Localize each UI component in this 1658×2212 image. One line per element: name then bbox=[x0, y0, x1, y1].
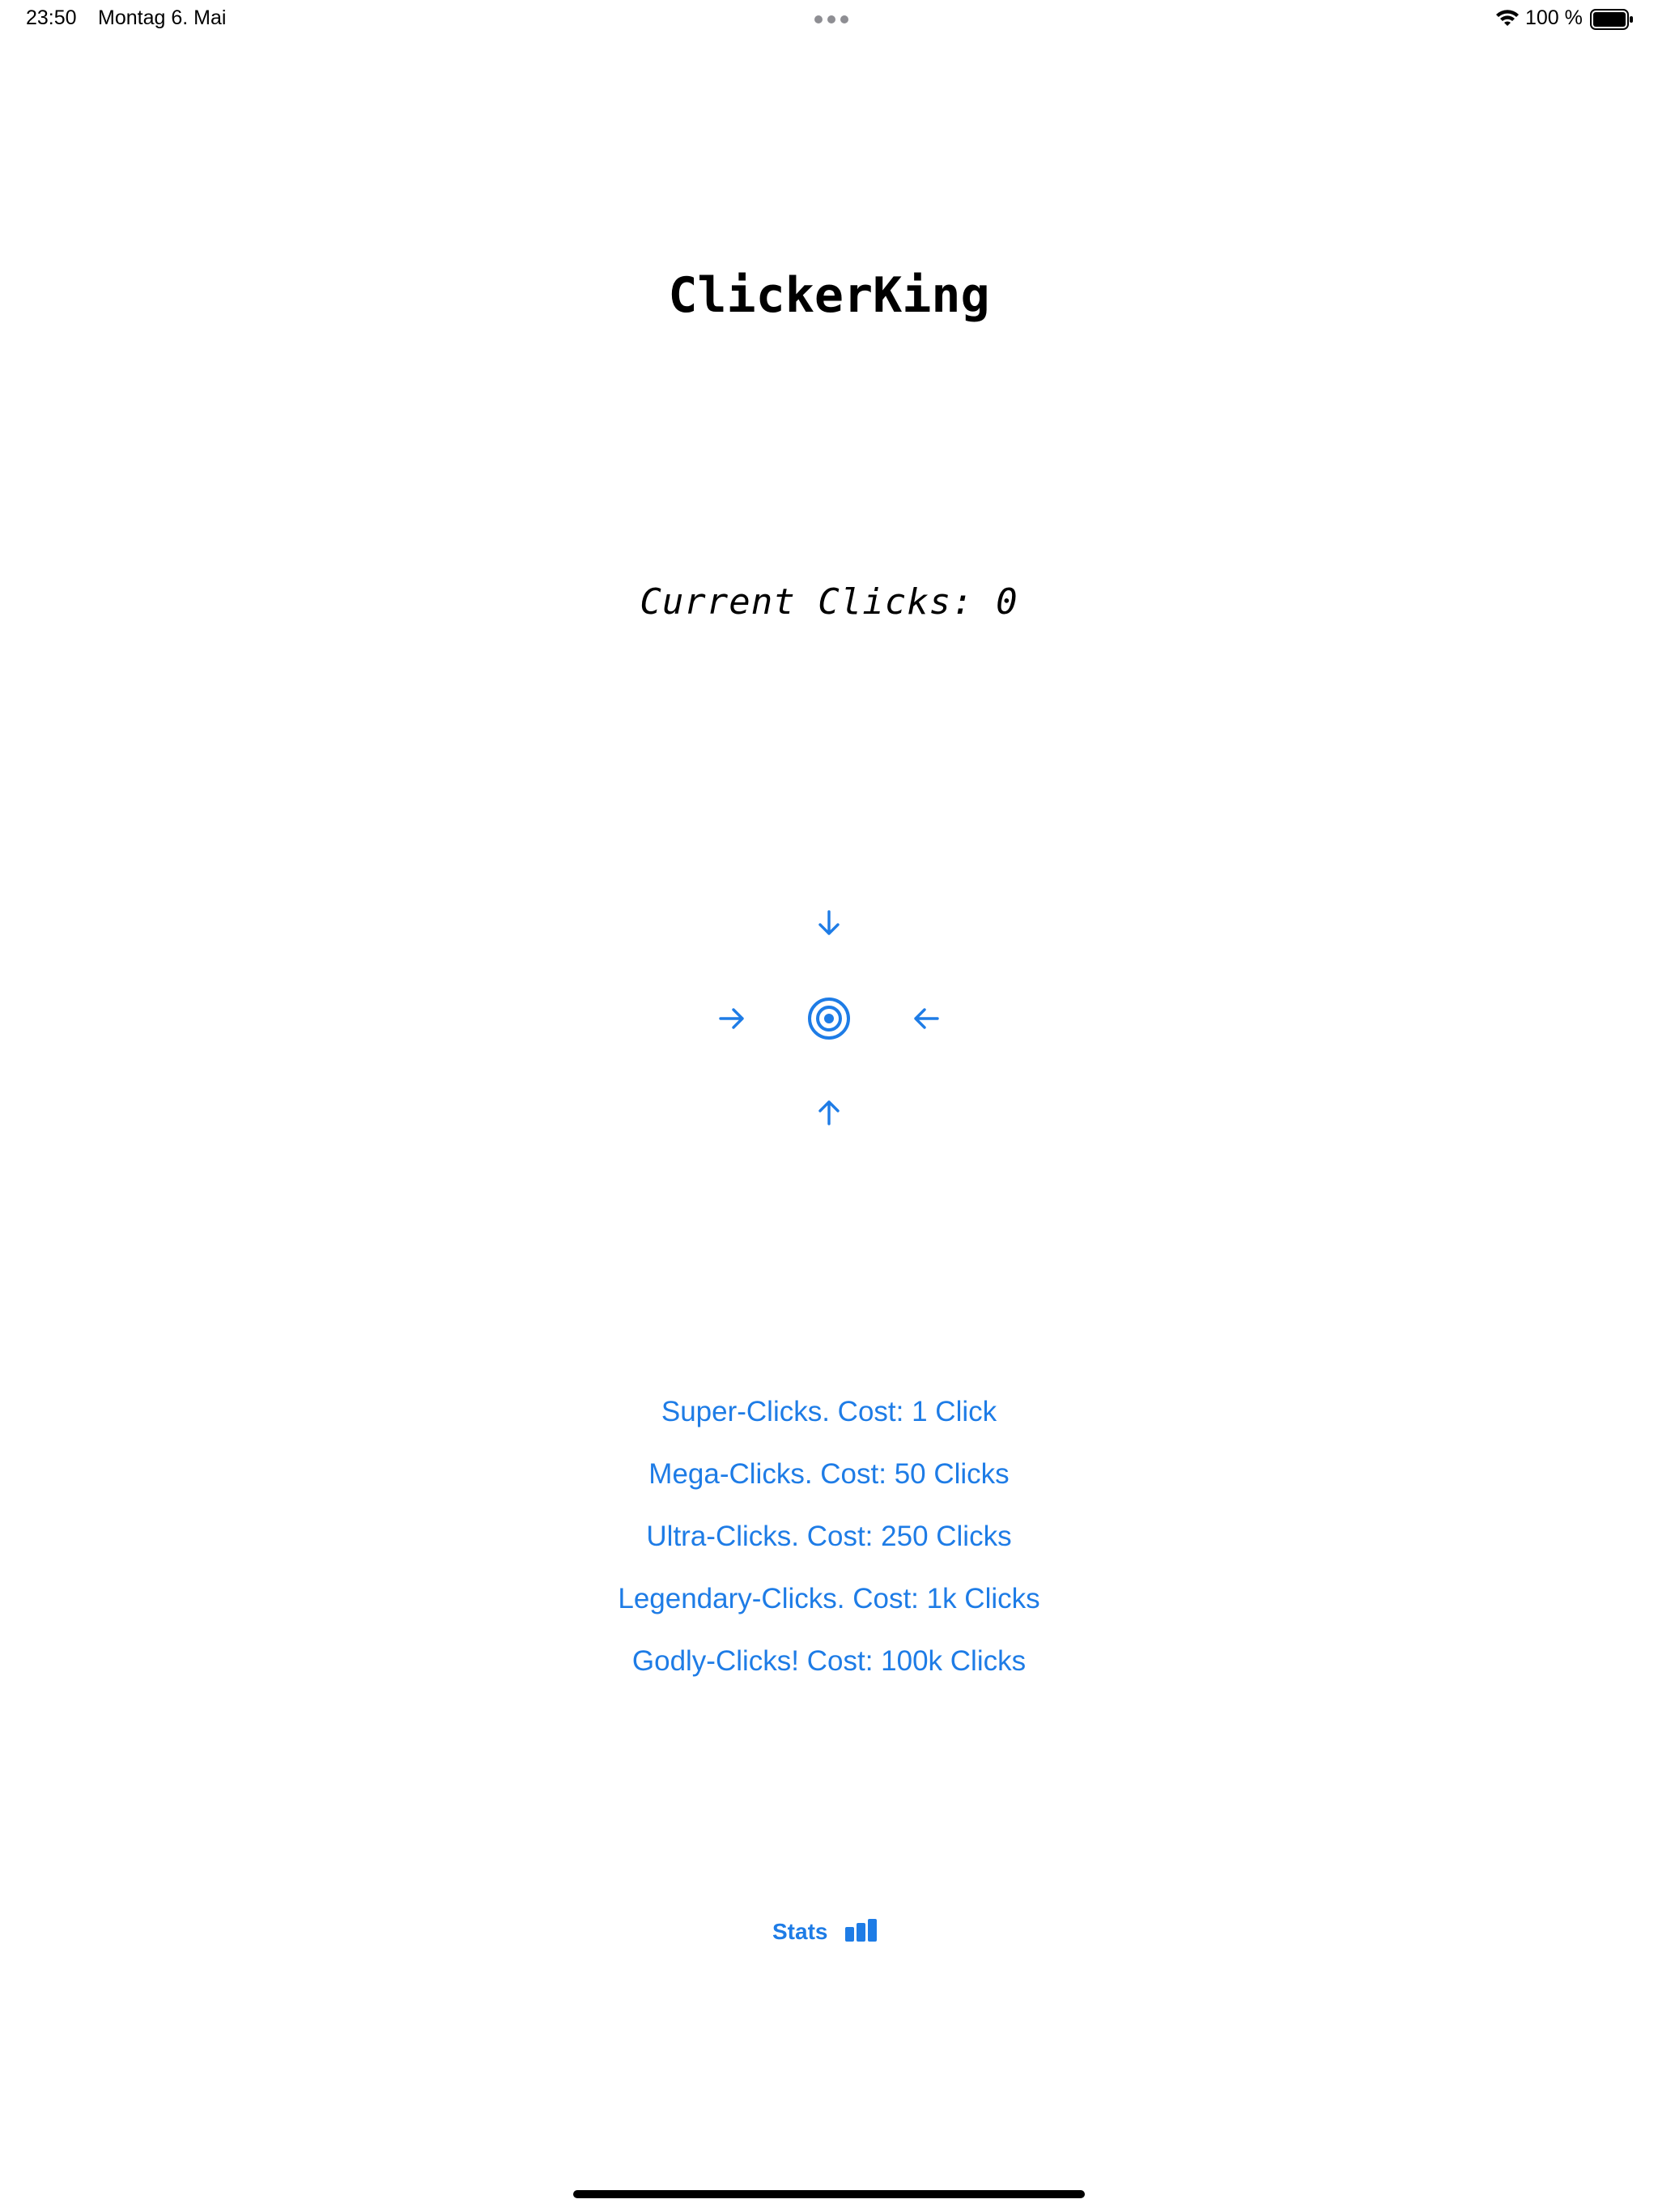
super-clicks-button[interactable]: Super-Clicks. Cost: 1 Click bbox=[0, 1388, 1658, 1450]
stats-label: Stats bbox=[772, 1919, 828, 1944]
home-indicator[interactable] bbox=[573, 2190, 1085, 2198]
arrow-up-icon bbox=[813, 1096, 845, 1129]
stats-button[interactable]: Stats bbox=[772, 1916, 879, 1948]
mega-clicks-button[interactable]: Mega-Clicks. Cost: 50 Clicks bbox=[0, 1450, 1658, 1512]
multitasking-dots-icon[interactable] bbox=[813, 11, 850, 28]
godly-clicks-button[interactable]: Godly-Clicks! Cost: 100k Clicks bbox=[0, 1637, 1658, 1699]
status-time: 23:50 bbox=[26, 6, 77, 29]
current-clicks-label: Current Clicks: 0 bbox=[640, 581, 1018, 623]
bar-chart-icon bbox=[844, 1917, 879, 1947]
arrow-right-icon bbox=[716, 1002, 748, 1035]
wifi-icon bbox=[1494, 8, 1520, 29]
app-title: ClickerKing bbox=[668, 267, 990, 324]
arrow-left-icon bbox=[910, 1002, 942, 1035]
status-bar: 23:50 Montag 6. Mai 100 % bbox=[0, 0, 1658, 40]
click-target-button[interactable] bbox=[806, 996, 852, 1041]
status-date: Montag 6. Mai bbox=[98, 6, 227, 29]
upgrades-list: Super-Clicks. Cost: 1 Click Mega-Clicks.… bbox=[0, 1388, 1658, 1699]
arrow-down-icon bbox=[813, 907, 845, 939]
battery-icon bbox=[1590, 8, 1634, 31]
target-icon bbox=[808, 998, 850, 1040]
legendary-clicks-button[interactable]: Legendary-Clicks. Cost: 1k Clicks bbox=[0, 1575, 1658, 1637]
ultra-clicks-button[interactable]: Ultra-Clicks. Cost: 250 Clicks bbox=[0, 1512, 1658, 1575]
battery-percentage: 100 % bbox=[1525, 6, 1583, 29]
